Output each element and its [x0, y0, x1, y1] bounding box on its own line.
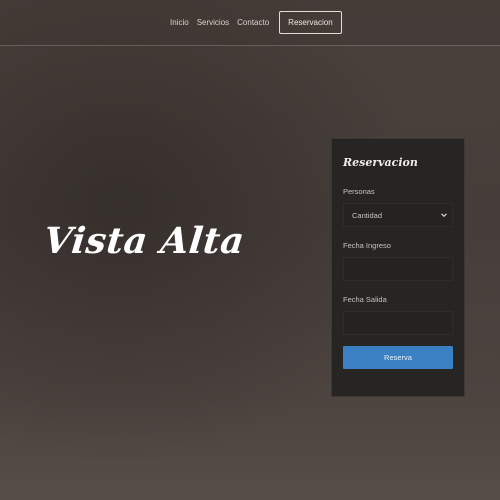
persons-label: Personas [343, 187, 375, 196]
nav-link-inicio[interactable]: Inicio [170, 18, 189, 27]
checkin-label: Fecha Ingreso [343, 241, 391, 250]
persons-select-value: Cantidad [352, 211, 383, 220]
reservation-panel-title: Reservacion [343, 156, 418, 169]
checkout-label: Fecha Salida [343, 295, 387, 304]
reserva-submit-button[interactable]: Reserva [343, 346, 453, 369]
persons-select[interactable]: Cantidad [343, 203, 453, 227]
chevron-down-icon [441, 213, 447, 218]
hero-title: Vista Alta [41, 220, 247, 262]
nav-reservacion-button[interactable]: Reservacion [279, 11, 342, 34]
nav-link-servicios[interactable]: Servicios [197, 18, 229, 27]
checkin-date-input[interactable] [343, 257, 453, 281]
checkout-date-input[interactable] [343, 311, 453, 335]
nav-menu: Inicio Servicios Contacto Reservacion [170, 0, 342, 45]
nav-link-contacto[interactable]: Contacto [237, 18, 269, 27]
top-navbar: Inicio Servicios Contacto Reservacion [0, 0, 500, 46]
